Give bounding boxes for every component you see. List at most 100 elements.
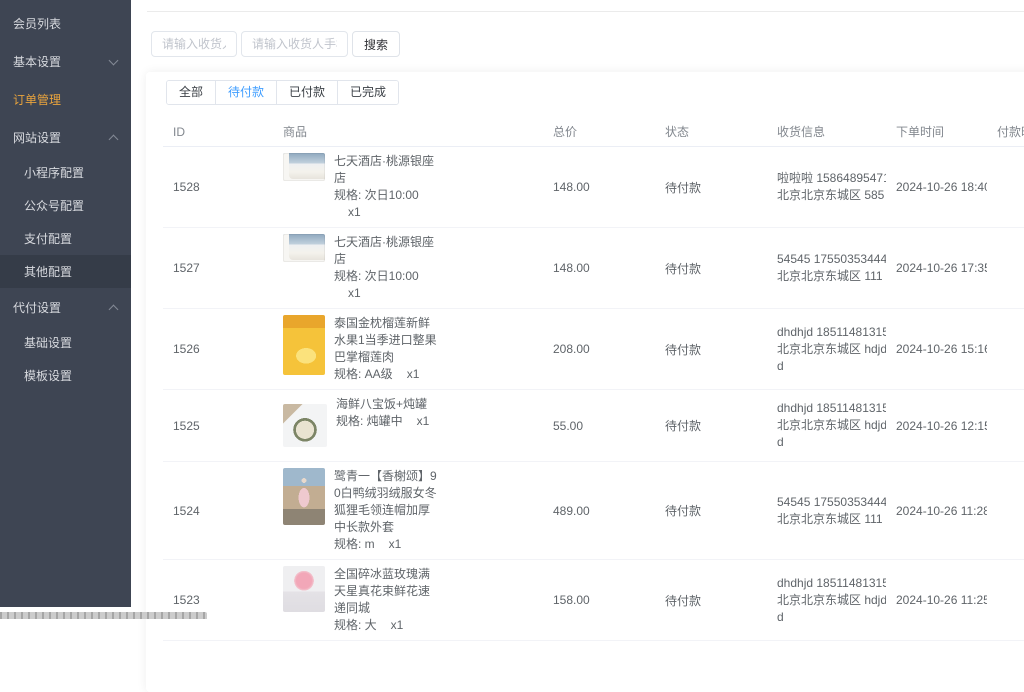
search-button[interactable]: 搜索 — [352, 31, 400, 57]
product-title: 泰国金枕榴莲新鲜水果1当季进口整果巴掌榴莲肉 — [334, 316, 437, 364]
order-price: 489.00 — [543, 462, 655, 560]
product-image — [283, 468, 325, 525]
product-qty: x1 — [391, 617, 404, 634]
tab-completed[interactable]: 已完成 — [337, 81, 398, 104]
order-time: 2024-10-26 18:40 — [896, 180, 987, 194]
order-id: 1527 — [163, 228, 273, 309]
chevron-up-icon — [109, 135, 119, 145]
receiver-phone-input[interactable] — [241, 31, 348, 57]
product-spec: 规格: 次日10:00 — [334, 188, 419, 202]
order-status: 待付款 — [655, 390, 767, 462]
receiver-name-phone: 54545 17550353444 — [777, 494, 886, 511]
receiver-address: 北京北京东城区 111 — [777, 511, 886, 528]
tab-pending-payment[interactable]: 待付款 — [215, 81, 276, 104]
table-header-row: ID 商品 总价 状态 收货信息 下单时间 付款时间 — [163, 117, 1024, 147]
receiver-address: 北京北京东城区 585 — [777, 187, 886, 204]
sidebar-item-label: 支付配置 — [24, 230, 72, 247]
pay-time — [987, 309, 1024, 390]
order-price: 148.00 — [543, 147, 655, 228]
status-tabs: 全部 待付款 已付款 已完成 — [166, 80, 399, 105]
sidebar-item-miniprogram-config[interactable]: 小程序配置 — [0, 156, 131, 189]
receiver-address: 北京北京东城区 hdjdjd — [777, 592, 886, 626]
chevron-up-icon — [109, 305, 119, 315]
pay-time — [987, 390, 1024, 462]
product-image — [283, 315, 325, 375]
product-qty: x1 — [348, 204, 361, 221]
chevron-down-icon — [109, 56, 119, 66]
sidebar-item-label: 其他配置 — [24, 263, 72, 280]
sidebar-item-official-account-config[interactable]: 公众号配置 — [0, 189, 131, 222]
receiver-name-phone: dhdhjd 18511481315 — [777, 400, 886, 417]
product-image — [283, 404, 327, 447]
tab-paid[interactable]: 已付款 — [276, 81, 337, 104]
order-price: 208.00 — [543, 309, 655, 390]
header-id: ID — [163, 117, 273, 147]
sidebar-item-payment-config[interactable]: 支付配置 — [0, 222, 131, 255]
receiver-name-input[interactable] — [151, 31, 237, 57]
table-row: 1526 泰国金枕榴莲新鲜水果1当季进口整果巴掌榴莲肉 规格: AA级 x1 20… — [163, 309, 1024, 390]
sidebar: 会员列表 基本设置 订单管理 网站设置 小程序配置 公众号配置 支付配置 其他配… — [0, 0, 131, 607]
sidebar-item-daifu-settings[interactable]: 代付设置 — [0, 288, 131, 326]
product-title: 鹭青一【香榭颂】90白鸭绒羽绒服女冬狐狸毛领连帽加厚中长款外套 — [334, 469, 437, 534]
sidebar-item-order-management[interactable]: 订单管理 — [0, 80, 131, 118]
product-qty: x1 — [389, 536, 402, 553]
order-id: 1528 — [163, 147, 273, 228]
search-toolbar: 搜索 — [151, 31, 400, 57]
sidebar-item-label: 模板设置 — [24, 367, 72, 384]
order-status: 待付款 — [655, 309, 767, 390]
product-title: 全国碎冰蓝玫瑰满天星真花束鲜花速递同城 — [334, 567, 430, 615]
header-product: 商品 — [273, 117, 543, 147]
order-time: 2024-10-26 17:35 — [896, 261, 987, 275]
receiver-address: 北京北京东城区 hdjdjd — [777, 417, 886, 451]
sidebar-item-template-settings[interactable]: 模板设置 — [0, 359, 131, 392]
order-price: 148.00 — [543, 228, 655, 309]
header-status: 状态 — [655, 117, 767, 147]
order-time: 2024-10-26 11:25 — [896, 593, 987, 607]
header-order-time: 下单时间 — [886, 117, 987, 147]
receiver-name-phone: 54545 17550353444 — [777, 251, 886, 268]
sidebar-item-other-config[interactable]: 其他配置 — [0, 255, 131, 288]
orders-card: 全部 待付款 已付款 已完成 ID 商品 总价 状态 收货信息 下单时间 付款时… — [146, 72, 1024, 692]
product-qty: x1 — [417, 413, 430, 430]
receiver-name-phone: dhdhjd 18511481315 — [777, 324, 886, 341]
sidebar-item-label: 会员列表 — [13, 15, 61, 32]
product-qty: x1 — [407, 366, 420, 383]
pay-time — [987, 228, 1024, 309]
pay-time — [987, 560, 1024, 641]
product-title: 七天酒店·桃源银座店 — [334, 235, 434, 266]
order-status: 待付款 — [655, 228, 767, 309]
sidebar-item-label: 基本设置 — [13, 53, 61, 70]
product-spec: 规格: 炖罐中 — [336, 414, 403, 428]
tab-all[interactable]: 全部 — [167, 81, 215, 104]
product-spec: 规格: m — [334, 537, 375, 551]
order-id: 1525 — [163, 390, 273, 462]
order-price: 55.00 — [543, 390, 655, 462]
sidebar-item-member-list[interactable]: 会员列表 — [0, 4, 131, 42]
product-spec: 规格: 大 — [334, 618, 377, 632]
table-row: 1523 全国碎冰蓝玫瑰满天星真花束鲜花速递同城 规格: 大x1 158.00 … — [163, 560, 1024, 641]
product-image — [283, 234, 325, 262]
order-id: 1524 — [163, 462, 273, 560]
sidebar-item-basic-settings[interactable]: 基本设置 — [0, 42, 131, 80]
product-spec: 规格: AA级 — [334, 367, 393, 381]
sidebar-item-label: 代付设置 — [13, 299, 61, 316]
browser-status-bar — [0, 612, 207, 619]
product-title: 七天酒店·桃源银座店 — [334, 154, 434, 185]
order-time: 2024-10-26 15:16 — [896, 342, 987, 356]
table-row: 1524 鹭青一【香榭颂】90白鸭绒羽绒服女冬狐狸毛领连帽加厚中长款外套 规格:… — [163, 462, 1024, 560]
orders-table: ID 商品 总价 状态 收货信息 下单时间 付款时间 1528 七天酒店·桃源银… — [163, 117, 1024, 641]
receiver-address: 北京北京东城区 hdjdjd — [777, 341, 886, 375]
product-title: 海鲜八宝饭+炖罐 — [336, 397, 427, 411]
sidebar-item-base-settings[interactable]: 基础设置 — [0, 326, 131, 359]
order-time: 2024-10-26 11:28 — [896, 504, 987, 518]
sidebar-item-label: 订单管理 — [13, 91, 61, 108]
header-receiver: 收货信息 — [767, 117, 886, 147]
product-image — [283, 153, 325, 181]
order-status: 待付款 — [655, 462, 767, 560]
receiver-address: 北京北京东城区 111 — [777, 268, 886, 285]
sidebar-item-site-settings[interactable]: 网站设置 — [0, 118, 131, 156]
order-price: 158.00 — [543, 560, 655, 641]
order-id: 1526 — [163, 309, 273, 390]
header-pay-time: 付款时间 — [987, 117, 1024, 147]
order-time: 2024-10-26 12:15 — [896, 419, 987, 433]
